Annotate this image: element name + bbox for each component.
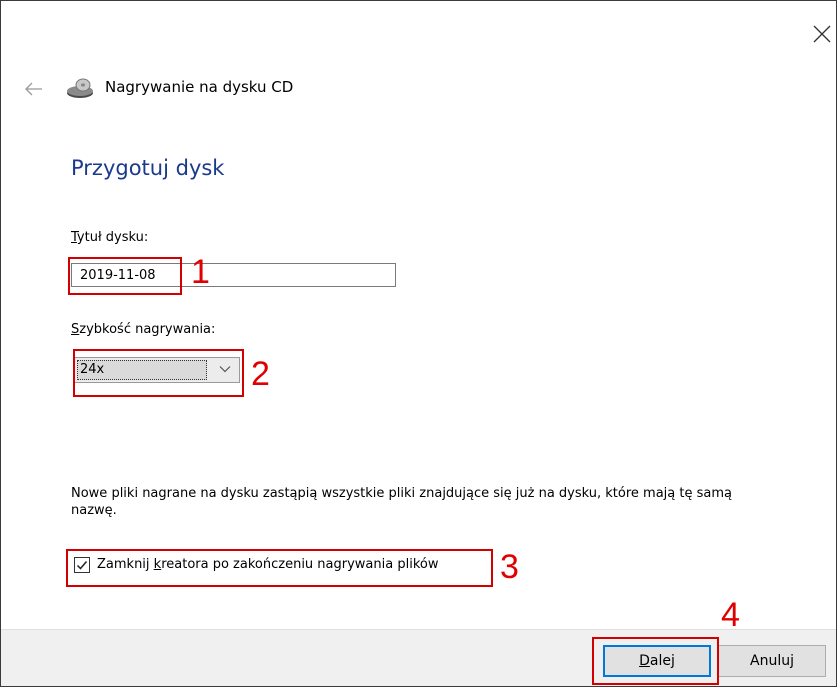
back-arrow-icon	[25, 82, 42, 96]
annotation-label-3: 3	[500, 548, 519, 586]
wizard-title: Nagrywanie na dysku CD	[105, 78, 294, 96]
cd-drive-icon	[64, 78, 96, 100]
annotation-box-1	[68, 257, 182, 295]
close-button[interactable]	[811, 23, 833, 45]
back-button[interactable]	[24, 81, 44, 96]
speed-label-text: zybkość nagrywania:	[79, 322, 216, 337]
close-icon	[813, 25, 831, 43]
cancel-button[interactable]: Anuluj	[718, 645, 826, 677]
disc-title-label-text: ytuł dysku:	[76, 230, 149, 245]
page-heading: Przygotuj dysk	[71, 156, 225, 180]
cd-burn-wizard-window: Nagrywanie na dysku CD Przygotuj dysk Ty…	[0, 0, 837, 687]
annotation-box-2	[73, 349, 244, 397]
annotation-box-4	[592, 637, 719, 685]
annotation-label-4: 4	[721, 596, 740, 634]
speed-label: Szybkość nagrywania:	[71, 322, 215, 337]
annotation-label-1: 1	[191, 253, 210, 291]
annotation-box-3	[66, 549, 493, 587]
overwrite-info-text: Nowe pliki nagrane na dysku zastąpią wsz…	[71, 486, 732, 518]
disc-title-label: Tytuł dysku:	[71, 230, 148, 245]
annotation-label-2: 2	[251, 355, 270, 393]
